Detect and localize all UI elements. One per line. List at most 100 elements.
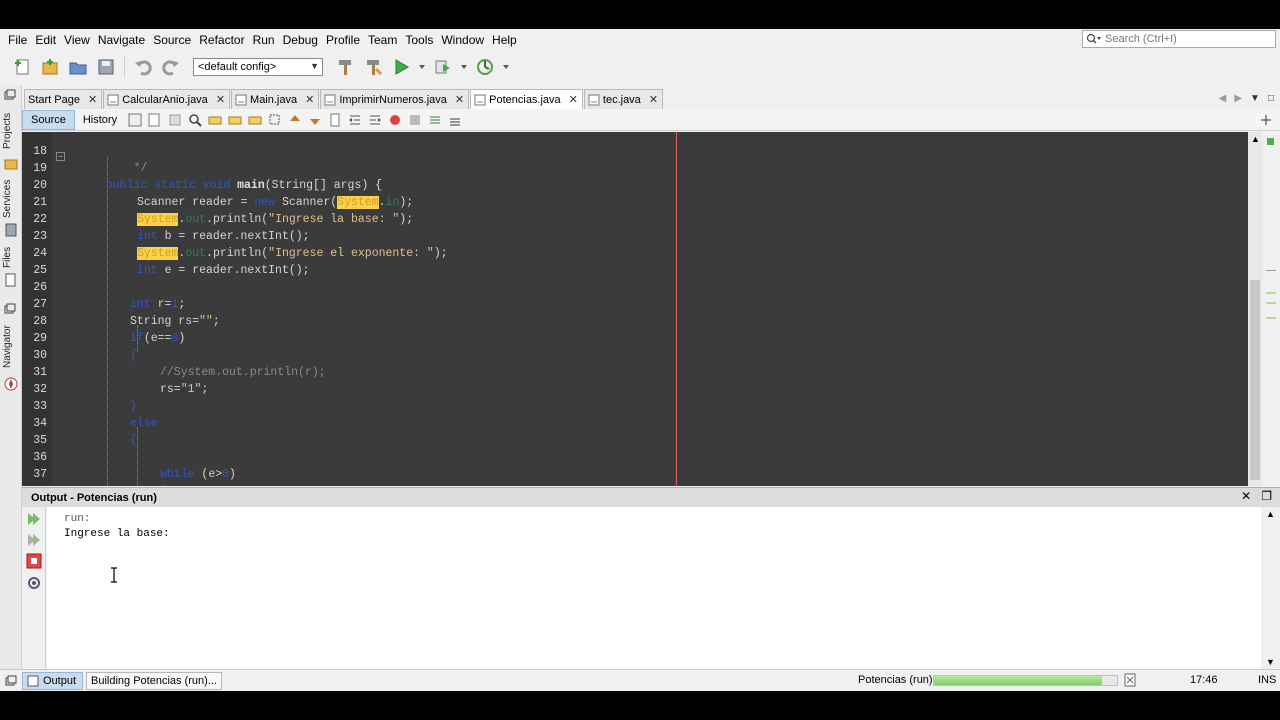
tab-tec[interactable]: tec.java ✕	[583, 89, 664, 109]
tab-list-icon[interactable]: ▼	[1250, 93, 1260, 104]
menu-help[interactable]: Help	[488, 29, 521, 51]
run-dropdown-icon[interactable]	[417, 55, 427, 79]
open-project-icon[interactable]	[66, 55, 90, 79]
toggle-bookmark-icon[interactable]	[325, 111, 345, 129]
close-icon[interactable]: ✕	[1241, 489, 1251, 503]
next-bookmark-icon[interactable]	[305, 111, 325, 129]
build-hammer-icon[interactable]	[333, 55, 357, 79]
clean-build-icon[interactable]	[361, 55, 385, 79]
menu-tools[interactable]: Tools	[401, 29, 437, 51]
close-icon[interactable]: ✕	[88, 93, 97, 106]
status-ok-icon	[1267, 138, 1274, 145]
output-window-tab[interactable]: Output	[22, 672, 84, 690]
back-icon[interactable]	[145, 111, 165, 129]
side-tab-services[interactable]: Services	[2, 177, 20, 221]
tab-imprimirnumeros[interactable]: ImprimirNumeros.java ✕	[320, 89, 470, 109]
code-line: 36 while (e>0)	[22, 432, 1248, 481]
find-previous-icon[interactable]	[205, 111, 225, 129]
navigator-icon[interactable]	[4, 377, 18, 391]
scrollbar-thumb[interactable]	[1250, 280, 1260, 480]
search-input[interactable]	[1105, 33, 1265, 45]
close-icon[interactable]: ✕	[305, 93, 314, 106]
error-stripe[interactable]	[1262, 132, 1280, 486]
config-select[interactable]: <default config> ▼	[193, 58, 323, 76]
uncomment-icon[interactable]	[445, 111, 465, 129]
chevron-down-icon: ▼	[310, 61, 319, 71]
projects-icon[interactable]	[4, 157, 18, 171]
editor-scrollbar[interactable]: ▲	[1248, 132, 1262, 486]
close-icon[interactable]: ✕	[649, 93, 658, 106]
tab-history[interactable]: History	[75, 110, 125, 130]
restore-window-icon[interactable]	[4, 303, 18, 317]
scroll-up-icon[interactable]: ▲	[1266, 509, 1275, 519]
rerun-icon[interactable]	[26, 511, 42, 527]
record-macro-icon[interactable]	[385, 111, 405, 129]
new-project-icon[interactable]	[38, 55, 62, 79]
undo-icon[interactable]	[131, 55, 155, 79]
tab-calcularanio[interactable]: CalcularAnio.java ✕	[103, 89, 231, 109]
menu-run[interactable]: Run	[249, 29, 279, 51]
prev-bookmark-icon[interactable]	[285, 111, 305, 129]
close-icon[interactable]: ✕	[455, 93, 464, 106]
toggle-highlight-icon[interactable]	[245, 111, 265, 129]
close-icon[interactable]: ✕	[569, 93, 578, 106]
find-icon[interactable]	[185, 111, 205, 129]
menu-profile[interactable]: Profile	[322, 29, 364, 51]
redo-icon[interactable]	[159, 55, 183, 79]
build-task[interactable]: Building Potencias (run)...	[86, 672, 222, 690]
side-tab-files[interactable]: Files	[2, 243, 20, 271]
side-tab-navigator[interactable]: Navigator	[2, 321, 20, 373]
debug-icon[interactable]	[431, 55, 455, 79]
code-line: 28 if(e==0)	[22, 296, 1248, 345]
last-edit-icon[interactable]	[125, 111, 145, 129]
tab-potencias[interactable]: Potencias.java ✕	[470, 89, 583, 109]
output-settings-icon[interactable]	[26, 575, 42, 591]
files-icon[interactable]	[4, 273, 18, 287]
scroll-right-icon[interactable]: ▶	[1234, 93, 1242, 104]
run-icon[interactable]	[389, 55, 413, 79]
output-scrollbar[interactable]: ▲ ▼	[1261, 507, 1280, 669]
forward-icon[interactable]	[165, 111, 185, 129]
close-icon[interactable]: ✕	[216, 93, 225, 106]
restore-window-icon[interactable]: ❐	[1261, 489, 1272, 503]
restore-window-icon[interactable]	[5, 675, 17, 687]
scroll-up-icon[interactable]: ▲	[1251, 134, 1260, 144]
debug-dropdown-icon[interactable]	[459, 55, 469, 79]
split-editor-icon[interactable]	[1256, 111, 1276, 129]
save-all-icon[interactable]	[94, 55, 118, 79]
menu-window[interactable]: Window	[437, 29, 488, 51]
maximize-icon[interactable]: □	[1268, 93, 1274, 104]
output-console[interactable]: run: Ingrese la base:	[47, 507, 1261, 669]
stop-icon[interactable]	[26, 553, 42, 569]
tab-main[interactable]: Main.java ✕	[231, 89, 320, 109]
tab-source[interactable]: Source	[22, 109, 75, 130]
services-icon[interactable]	[4, 223, 18, 237]
code-editor[interactable]: − 18 */ 19 public static void main(Strin…	[22, 132, 1248, 486]
menu-edit[interactable]: Edit	[31, 29, 60, 51]
menu-file[interactable]: File	[4, 29, 31, 51]
stop-macro-icon[interactable]	[405, 111, 425, 129]
new-file-icon[interactable]	[10, 55, 34, 79]
tab-label: CalcularAnio.java	[122, 93, 208, 106]
profile-icon[interactable]	[473, 55, 497, 79]
rerun-different-icon[interactable]	[26, 532, 42, 548]
tab-start-page[interactable]: Start Page ✕	[24, 89, 103, 109]
side-tab-projects[interactable]: Projects	[2, 109, 20, 153]
profile-dropdown-icon[interactable]	[501, 55, 511, 79]
menu-source[interactable]: Source	[149, 29, 195, 51]
shift-right-icon[interactable]	[365, 111, 385, 129]
scroll-down-icon[interactable]: ▼	[1266, 657, 1275, 667]
menu-debug[interactable]: Debug	[279, 29, 322, 51]
menu-team[interactable]: Team	[364, 29, 401, 51]
menu-refactor[interactable]: Refactor	[195, 29, 248, 51]
scroll-left-icon[interactable]: ◀	[1219, 93, 1227, 104]
find-next-icon[interactable]	[225, 111, 245, 129]
comment-icon[interactable]	[425, 111, 445, 129]
menu-view[interactable]: View	[60, 29, 94, 51]
restore-window-icon[interactable]	[4, 89, 18, 103]
toggle-rect-selection-icon[interactable]	[265, 111, 285, 129]
cancel-task-icon[interactable]	[1124, 673, 1136, 687]
menu-navigate[interactable]: Navigate	[94, 29, 149, 51]
shift-left-icon[interactable]	[345, 111, 365, 129]
search-box[interactable]	[1082, 30, 1276, 48]
